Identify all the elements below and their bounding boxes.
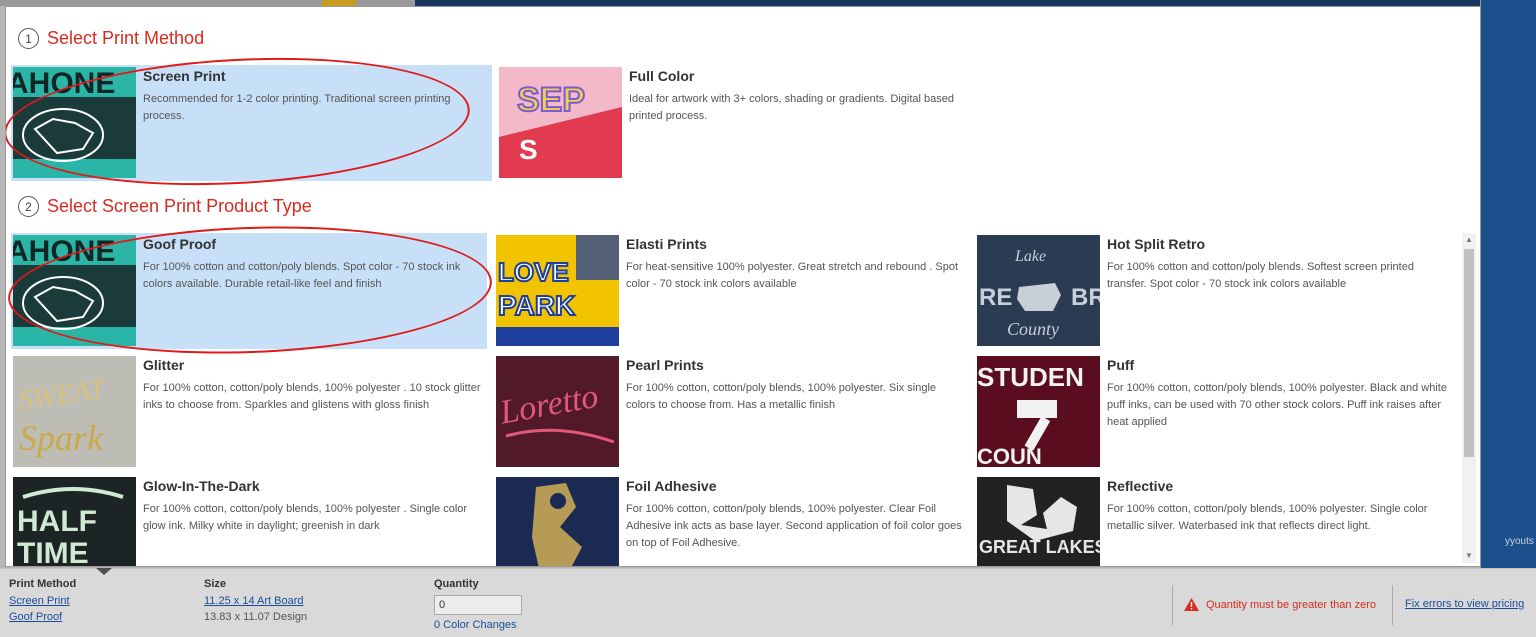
svg-text:AHONE: AHONE <box>13 235 115 268</box>
product-card-elasti-prints[interactable]: LOVE PARK Elasti Prints For heat-sensiti… <box>494 233 970 349</box>
product-type-link[interactable]: Goof Proof <box>9 611 76 623</box>
svg-text:SEP: SEP <box>517 81 585 119</box>
product-card-puff[interactable]: STUDEN COUN Puff For 100% cotton, cotton… <box>975 354 1451 470</box>
order-summary-bar: Print Method Screen Print Goof Proof Siz… <box>0 568 1536 637</box>
print-method-modal: 1 Select Print Method AHONE Screen Print… <box>5 6 1481 567</box>
glow-in-the-dark-description: For 100% cotton, cotton/poly blends, 100… <box>143 503 468 532</box>
puff-title: Puff <box>1107 357 1135 373</box>
quantity-input[interactable] <box>434 595 522 615</box>
svg-text:AHONE: AHONE <box>13 67 115 100</box>
design-size-text: 13.83 x 11.07 Design <box>204 611 308 623</box>
warning-icon <box>1184 598 1199 611</box>
full-color-title: Full Color <box>629 68 695 84</box>
svg-text:S: S <box>519 134 538 165</box>
elasti-prints-description: For heat-sensitive 100% polyester. Great… <box>626 261 959 290</box>
hot-split-retro-description: For 100% cotton and cotton/poly blends. … <box>1107 261 1414 290</box>
reflective-title: Reflective <box>1107 478 1174 494</box>
product-card-goof-proof[interactable]: AHONE Goof Proof For 100% cotton and cot… <box>11 233 487 349</box>
svg-text:COUN: COUN <box>977 444 1042 467</box>
step2-heading: 2 Select Screen Print Product Type <box>18 196 312 217</box>
glow-in-the-dark-thumbnail: HALF TIME <box>13 477 136 567</box>
quantity-error: Quantity must be greater than zero <box>1184 598 1376 611</box>
step2-title: Select Screen Print Product Type <box>47 196 312 216</box>
method-card-full-color[interactable]: SEP S Full Color Ideal for artwork with … <box>497 65 978 181</box>
svg-text:BR: BR <box>1071 284 1100 311</box>
product-list-scrollbar[interactable]: ▲ ▼ <box>1462 233 1476 563</box>
full-color-description: Ideal for artwork with 3+ colors, shadin… <box>629 93 954 122</box>
step1-heading: 1 Select Print Method <box>18 28 204 49</box>
goof-proof-thumbnail: AHONE <box>13 235 136 346</box>
product-card-glow-in-the-dark[interactable]: HALF TIME Glow-In-The-Dark For 100% cott… <box>11 475 487 567</box>
product-card-pearl-prints[interactable]: Loretto Pearl Prints For 100% cotton, co… <box>494 354 970 470</box>
svg-text:Spark: Spark <box>19 418 104 458</box>
svg-text:PARK: PARK <box>498 290 575 321</box>
svg-text:TIME: TIME <box>17 537 89 567</box>
screen-print-thumbnail: AHONE <box>13 67 136 178</box>
footer-divider-left <box>1172 585 1173 625</box>
step2-number: 2 <box>18 196 39 217</box>
svg-text:Lake: Lake <box>1014 248 1046 265</box>
glitter-description: For 100% cotton, cotton/poly blends, 100… <box>143 382 481 411</box>
summary-caret-icon <box>96 568 112 575</box>
reflective-thumbnail: GREAT LAKES <box>977 477 1100 566</box>
step1-title: Select Print Method <box>47 28 205 48</box>
reflective-description: For 100% cotton, cotton/poly blends, 100… <box>1107 503 1428 532</box>
method-card-screen-print[interactable]: AHONE Screen Print Recommended for 1-2 c… <box>11 65 492 181</box>
glitter-thumbnail: SWEAT Spark <box>13 356 136 467</box>
print-method-label: Print Method <box>9 578 77 590</box>
glow-in-the-dark-title: Glow-In-The-Dark <box>143 478 260 494</box>
size-summary: Size 11.25 x 14 Art Board 13.83 x 11.07 … <box>204 578 307 623</box>
full-color-thumbnail: SEP S <box>499 67 622 178</box>
goof-proof-description: For 100% cotton and cotton/poly blends. … <box>143 261 461 290</box>
scroll-up-arrow-icon[interactable]: ▲ <box>1462 233 1476 247</box>
size-label: Size <box>204 578 227 590</box>
print-method-summary: Print Method Screen Print Goof Proof <box>9 578 76 627</box>
error-message: Quantity must be greater than zero <box>1206 598 1376 611</box>
svg-text:LOVE: LOVE <box>498 257 569 287</box>
footer-divider-right <box>1392 585 1393 625</box>
step1-number: 1 <box>18 28 39 49</box>
art-board-size-link[interactable]: 11.25 x 14 Art Board <box>204 595 307 607</box>
goof-proof-title: Goof Proof <box>143 236 217 252</box>
scroll-down-arrow-icon[interactable]: ▼ <box>1462 549 1476 563</box>
fix-errors-link[interactable]: Fix errors to view pricing <box>1405 598 1524 610</box>
product-card-glitter[interactable]: SWEAT Spark Glitter For 100% cotton, cot… <box>11 354 487 470</box>
svg-text:RE: RE <box>979 284 1012 311</box>
screen-print-title: Screen Print <box>143 68 226 84</box>
background-peek-text: yyouts Use <box>1505 536 1536 547</box>
puff-description: For 100% cotton, cotton/poly blends, 100… <box>1107 382 1447 428</box>
svg-text:GREAT LAKES: GREAT LAKES <box>979 537 1100 557</box>
puff-thumbnail: STUDEN COUN <box>977 356 1100 467</box>
pearl-prints-title: Pearl Prints <box>626 357 704 373</box>
glitter-title: Glitter <box>143 357 185 373</box>
foil-adhesive-title: Foil Adhesive <box>626 478 717 494</box>
foil-adhesive-description: For 100% cotton, cotton/poly blends, 100… <box>626 503 962 549</box>
quantity-label: Quantity <box>434 578 479 590</box>
svg-text:HALF: HALF <box>17 505 97 538</box>
product-card-hot-split-retro[interactable]: Lake RE BR County Hot Split Retro For 10… <box>975 233 1451 349</box>
product-card-reflective[interactable]: GREAT LAKES Reflective For 100% cotton, … <box>975 475 1451 566</box>
product-card-foil-adhesive[interactable]: Foil Adhesive For 100% cotton, cotton/po… <box>494 475 970 566</box>
elasti-prints-thumbnail: LOVE PARK <box>496 235 619 346</box>
print-method-link[interactable]: Screen Print <box>9 595 76 607</box>
svg-text:STUDEN: STUDEN <box>977 362 1084 392</box>
foil-adhesive-thumbnail <box>496 477 619 566</box>
scrollbar-thumb[interactable] <box>1464 249 1474 457</box>
hot-split-retro-title: Hot Split Retro <box>1107 236 1205 252</box>
pearl-prints-description: For 100% cotton, cotton/poly blends, 100… <box>626 382 937 411</box>
hot-split-retro-thumbnail: Lake RE BR County <box>977 235 1100 346</box>
background-right-panel: yyouts Use <box>1481 0 1536 568</box>
quantity-summary: Quantity 0 Color Changes <box>434 578 522 631</box>
screen-print-description: Recommended for 1-2 color printing. Trad… <box>143 93 451 122</box>
pearl-prints-thumbnail: Loretto <box>496 356 619 467</box>
svg-text:County: County <box>1007 319 1059 339</box>
color-changes-link[interactable]: 0 Color Changes <box>434 619 522 631</box>
elasti-prints-title: Elasti Prints <box>626 236 707 252</box>
